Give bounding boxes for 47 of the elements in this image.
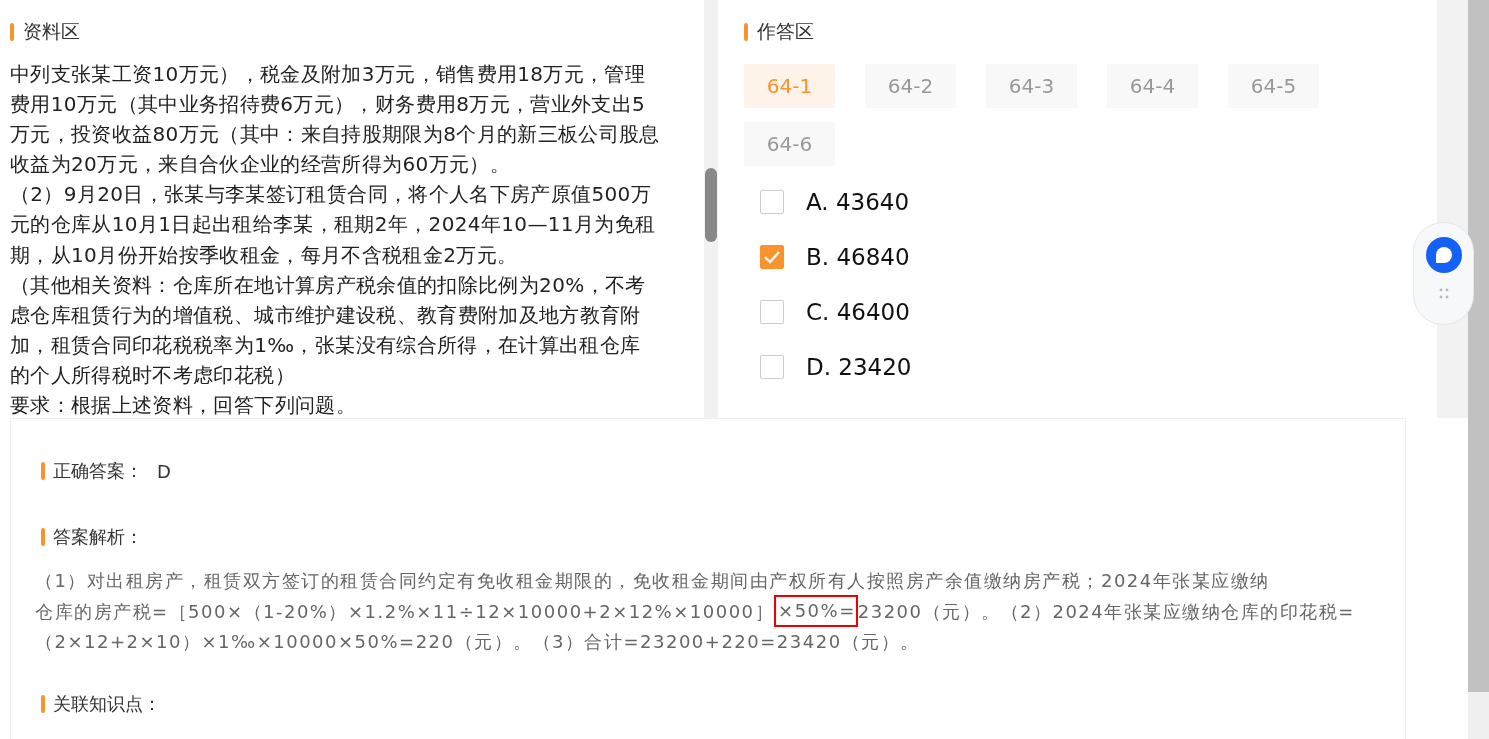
scrollbar-thumb[interactable] [705, 168, 717, 242]
correct-answer: D [157, 460, 171, 482]
material-text: （2）9月20日，张某与李某签订租赁合同，将个人名下房产原值500万 [10, 181, 651, 209]
option-label[interactable]: B. 46840 [806, 243, 910, 270]
result-label: 正确答案： [53, 459, 143, 483]
accent-bar [744, 23, 748, 41]
result-label: 关联知识点： [53, 692, 161, 716]
question-tab[interactable]: 64-2 [865, 64, 956, 108]
analysis-text: 仓库的房产税=［500×（1-20%）×1.2%×11÷12×10000+2×12%×10000］ [35, 599, 775, 624]
material-text: 中列支张某工资10万元），税金及附加3万元，销售费用18万元，管理 [10, 61, 646, 88]
material-text: 期，从10月份开始按季收租金，每月不含税租金2万元。 [10, 241, 518, 269]
material-text: 万元，投资收益80万元（其中：来自持股期限为8个月的新三板公司股息 [10, 121, 660, 149]
material-text: 费用10万元（其中业务招待费6万元），财务费用8万元，营业外支出5 [10, 91, 646, 119]
checkbox[interactable] [760, 354, 784, 379]
checkbox[interactable] [760, 244, 784, 269]
question-tab[interactable]: 64-6 [744, 122, 835, 166]
chat-bubble-icon[interactable] [1424, 236, 1463, 274]
analysis-text: 23200（元）。（2）2024年张某应缴纳仓库的印花税= [857, 599, 1355, 624]
accent-bar [41, 462, 45, 480]
question-tab[interactable]: 64-1 [744, 64, 835, 108]
material-text: 的个人所得税时不考虑印花税） [10, 361, 295, 389]
accent-bar [10, 23, 14, 41]
analysis-text: （2×12+2×10）×1‰×10000×50%=220（元）。（3）合计=23200+220=23420（元）。 [35, 630, 920, 654]
analysis-text: （1）对出租房产，租赁双方签订的租赁合同约定有免收租金期限的，免收租金期间由产权所有人按照房产余值缴纳房产税；2024年张某应缴纳 [35, 569, 1270, 593]
question-tab[interactable]: 64-4 [1107, 64, 1198, 108]
option-label[interactable]: A. 43640 [806, 188, 910, 215]
material-text: 元的仓库从10月1日起出租给李某，租期2年，2024年10—11月为免租 [10, 211, 656, 239]
section-title: 作答区 [757, 19, 814, 44]
option-label[interactable]: D. 23420 [806, 353, 912, 380]
scrollbar-thumb[interactable] [1468, 0, 1489, 692]
material-text: （其他相关资料：仓库所在地计算房产税余值的扣除比例为20%，不考 [10, 271, 646, 299]
accent-bar [41, 695, 45, 713]
material-text: 虑仓库租赁行为的增值税、城市维护建设税、教育费附加及地方教育附 [10, 301, 641, 329]
accent-bar [41, 528, 45, 546]
check-icon [763, 249, 781, 264]
material-text: 要求：根据上述资料，回答下列问题。 [10, 392, 356, 420]
drag-handle-icon[interactable] [1438, 288, 1449, 300]
checkbox[interactable] [760, 189, 784, 214]
question-tab[interactable]: 64-5 [1228, 64, 1319, 108]
material-text: 加，租赁合同印花税税率为1‰，张某没有综合所得，在计算出租仓库 [10, 331, 641, 359]
highlighted-text: ×50%= [774, 595, 858, 627]
option-label[interactable]: C. 46400 [806, 298, 910, 325]
question-tab[interactable]: 64-3 [986, 64, 1077, 108]
result-label: 答案解析： [53, 525, 143, 549]
material-text: 收益为20万元，来自合伙企业的经营所得为60万元）。 [10, 151, 510, 179]
section-title: 资料区 [23, 19, 80, 44]
checkbox[interactable] [760, 299, 784, 324]
